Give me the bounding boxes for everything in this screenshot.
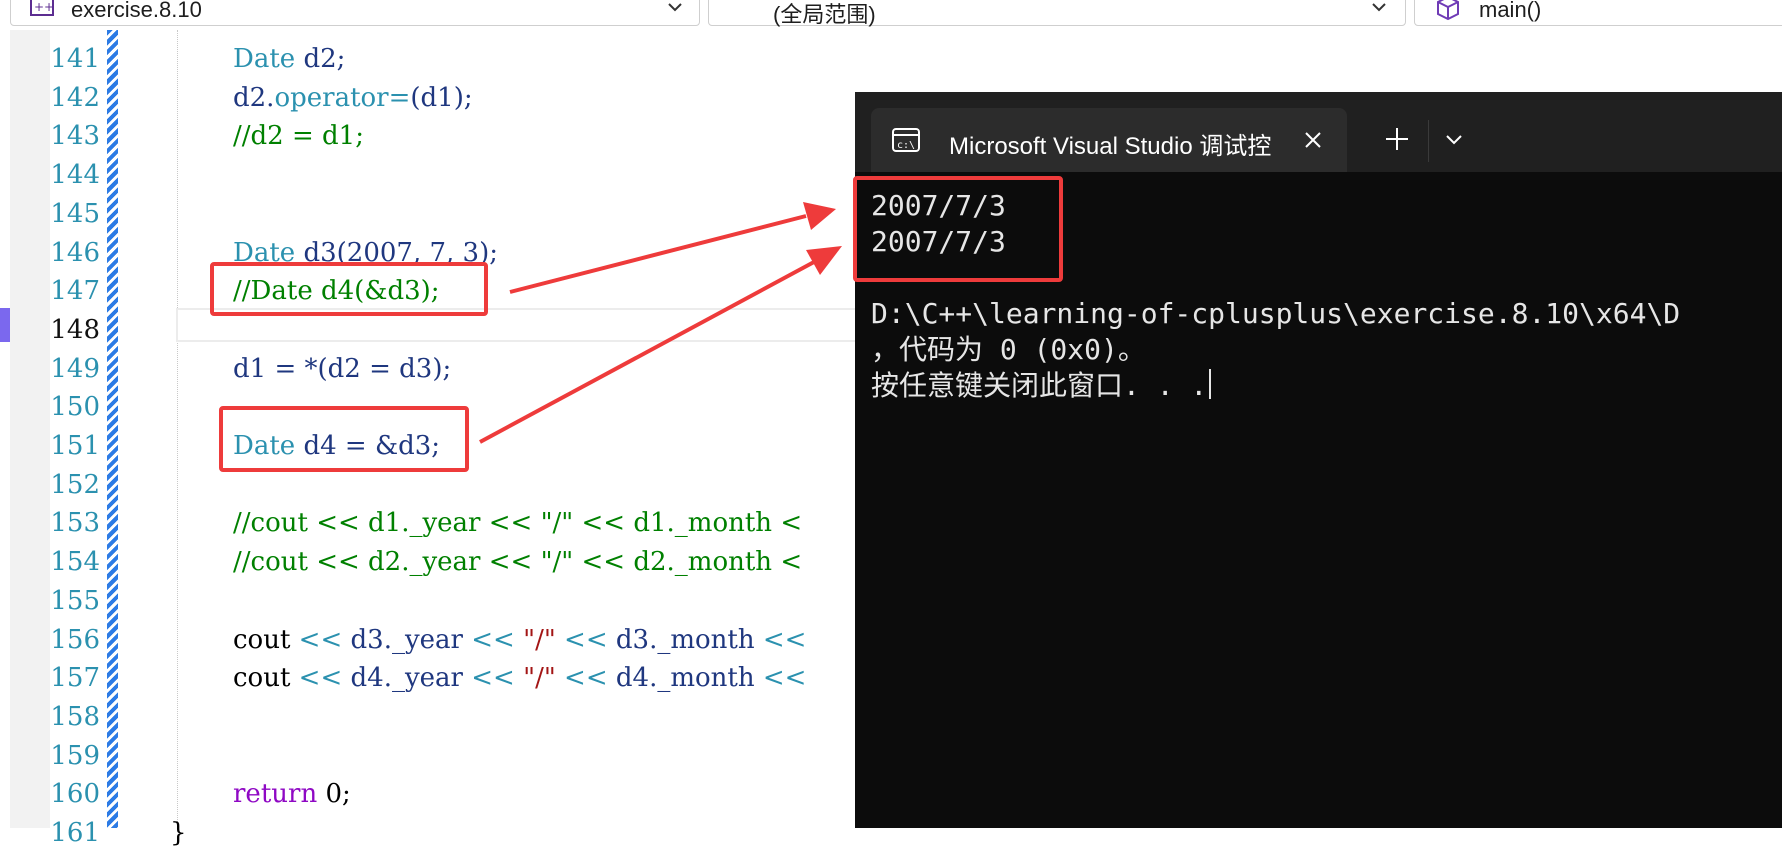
glyph-margin-shade — [10, 30, 50, 828]
code-token: d1 = *(d2 = d3); — [233, 353, 452, 384]
tab-separator — [1428, 120, 1429, 162]
close-icon[interactable] — [1299, 126, 1327, 154]
code-token: << — [463, 663, 524, 694]
code-token: //cout << d1._year << "/" << d1._month < — [233, 508, 803, 539]
project-dropdown[interactable]: ++ exercise.8.10 — [10, 0, 700, 26]
terminal-icon: c:\ — [892, 128, 920, 152]
line-number: 147 — [50, 276, 100, 307]
code-token: operator= — [274, 82, 411, 113]
line-number: 156 — [50, 624, 100, 655]
line-number: 142 — [50, 82, 100, 113]
line-number: 153 — [50, 508, 100, 539]
line-number: 161 — [50, 818, 100, 848]
exit-message-prompt: 按任意键关闭此窗口. . . — [871, 368, 1212, 404]
line-number: 151 — [50, 431, 100, 461]
code-token: d3._year — [350, 624, 463, 655]
chevron-down-icon — [668, 3, 682, 12]
code-token: "/" — [523, 663, 556, 694]
closing-brace: } — [170, 818, 187, 848]
code-token: d4._month — [615, 663, 755, 694]
code-token: Date — [233, 44, 296, 74]
new-tab-plus-icon[interactable] — [1380, 122, 1414, 156]
method-cube-icon — [1437, 0, 1459, 21]
text-cursor — [1209, 369, 1212, 399]
navigation-bar: ++ exercise.8.10 (全局范围) main() — [0, 0, 1782, 30]
code-token: << — [463, 624, 524, 655]
code-token: "/" — [523, 624, 556, 655]
line-number: 145 — [50, 198, 100, 229]
console-tab-title: Microsoft Visual Studio 调试控 — [949, 133, 1272, 160]
console-tab-bar: c:\ Microsoft Visual Studio 调试控 — [855, 92, 1782, 172]
code-token: cout — [233, 624, 291, 655]
code-token: cout — [233, 663, 291, 694]
project-name: exercise.8.10 — [71, 0, 202, 22]
code-token: << — [555, 624, 616, 655]
current-line-marker — [0, 308, 10, 342]
indent-guide — [177, 30, 179, 828]
code-line: return 0; — [233, 777, 351, 811]
function-name: main() — [1479, 0, 1542, 22]
code-token: 0; — [317, 779, 351, 810]
scope-label: (全局范围) — [773, 2, 876, 27]
code-line: cout << d3._year << "/" << d3._month << — [233, 623, 806, 657]
chevron-down-icon — [1372, 3, 1386, 12]
line-number: 155 — [50, 585, 100, 616]
code-token: d3._month — [615, 624, 755, 655]
code-token: << — [754, 663, 807, 694]
line-number: 154 — [50, 547, 100, 578]
line-number: 149 — [50, 353, 100, 384]
line-number: 146 — [50, 237, 100, 268]
console-tab[interactable]: c:\ Microsoft Visual Studio 调试控 — [871, 108, 1347, 172]
code-token: return — [233, 779, 318, 810]
function-dropdown[interactable]: main() — [1414, 0, 1782, 26]
code-token: //d2 = d1; — [233, 121, 364, 152]
line-number: 159 — [50, 740, 100, 771]
cpp-project-icon: ++ — [30, 0, 54, 16]
annotation-box-comment — [210, 262, 488, 316]
line-number: 141 — [50, 44, 100, 74]
svg-text:c:\: c:\ — [897, 140, 915, 151]
annotation-box-date-d4 — [219, 406, 469, 472]
code-token: << — [754, 624, 807, 655]
exit-message-code: ，代码为 0 (0x0)。 — [871, 333, 1146, 366]
code-line: d1 = *(d2 = d3); — [233, 352, 451, 386]
press-any-key-text: 按任意键关闭此窗口. . . — [871, 369, 1208, 402]
code-token: d2; — [295, 44, 346, 74]
line-number: 150 — [50, 392, 100, 423]
scope-dropdown[interactable]: (全局范围) — [708, 0, 1406, 27]
code-token: << — [290, 624, 351, 655]
code-token: << — [555, 663, 616, 694]
code-token: d4._year — [350, 663, 463, 694]
code-token: (d1); — [410, 82, 473, 113]
line-number: 144 — [50, 160, 100, 191]
line-number: 158 — [50, 701, 100, 732]
annotation-box-output — [853, 176, 1063, 282]
code-token: //cout << d2._year << "/" << d2._month < — [233, 547, 803, 578]
line-number: 143 — [50, 121, 100, 152]
line-number: 160 — [50, 779, 100, 810]
line-number: 148 — [50, 314, 100, 345]
chevron-down-icon[interactable] — [1441, 126, 1467, 152]
line-number: 152 — [50, 469, 100, 500]
code-line: Date d2; — [233, 42, 345, 76]
code-line: //cout << d1._year << "/" << d1._month < — [233, 506, 802, 540]
code-token: d2. — [233, 82, 275, 113]
code-line: d2.operator=(d1); — [233, 81, 473, 115]
code-line: cout << d4._year << "/" << d4._month << — [233, 661, 806, 695]
code-line: //d2 = d1; — [233, 119, 364, 153]
line-numbers: 141 142 143 144 145 146 147 148 149 150 151 152 153 1… — [50, 30, 102, 848]
change-tracking-bar — [107, 30, 118, 828]
code-line: //cout << d2._year << "/" << d2._month < — [233, 545, 802, 579]
line-number: 157 — [50, 663, 100, 694]
svg-text:++: ++ — [34, 0, 54, 14]
code-token: << — [290, 663, 351, 694]
exit-message-path: D:\C++\learning-of-cplusplus\exercise.8.… — [871, 297, 1681, 330]
